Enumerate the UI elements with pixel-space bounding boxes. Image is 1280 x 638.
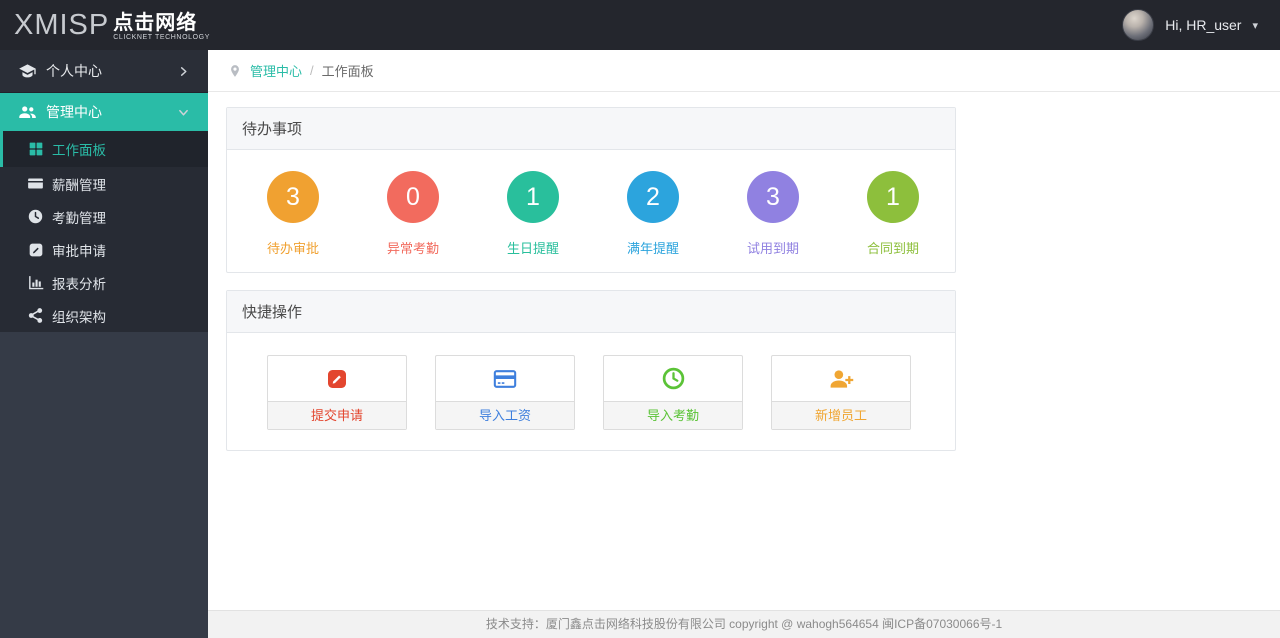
quick-action-label: 提交申请 — [268, 401, 406, 429]
quick-action-import-payroll[interactable]: 导入工资 — [435, 355, 575, 430]
todo-item-pending-approvals[interactable]: 3 待办审批 — [233, 171, 353, 257]
logo-text-cn: 点击网络 — [113, 11, 198, 34]
panel-title: 快捷操作 — [227, 291, 955, 333]
sidebar-item-label: 报表分析 — [52, 276, 106, 292]
todo-item-attendance-anomaly[interactable]: 0 异常考勤 — [353, 171, 473, 257]
chevron-right-icon — [178, 65, 190, 77]
clock-icon — [604, 356, 742, 401]
panel-title: 待办事项 — [227, 108, 955, 150]
sidebar: 个人中心 管理中心 工作面板 薪酬管理 考勤管理 审批申请 报表分析 组织架构 — [0, 50, 208, 638]
todo-panel: 待办事项 3 待办审批 0 异常考勤 1 生日提醒 2 满年提醒 3 试用到期 … — [226, 107, 956, 273]
todo-item-label: 异常考勤 — [386, 241, 439, 256]
todo-item-label: 满年提醒 — [626, 241, 679, 256]
quick-action-label: 导入工资 — [436, 401, 574, 429]
logo-subtitle: CLICKNET TECHNOLOGY — [113, 33, 210, 41]
bar-chart-icon — [27, 274, 44, 291]
todo-item-label: 试用到期 — [746, 241, 799, 256]
credit-card-icon — [436, 356, 574, 401]
sidebar-item-approvals[interactable]: 审批申请 — [0, 233, 208, 266]
breadcrumb-current: 工作面板 — [321, 64, 374, 79]
breadcrumb: 管理中心 / 工作面板 — [208, 50, 1280, 92]
user-plus-icon — [772, 356, 910, 401]
count-badge: 1 — [867, 171, 919, 223]
todo-item-birthday-reminder[interactable]: 1 生日提醒 — [473, 171, 593, 257]
todo-item-label: 待办审批 — [266, 241, 319, 256]
sidebar-item-personal-center[interactable]: 个人中心 — [0, 50, 208, 93]
credit-card-icon — [27, 175, 44, 192]
sidebar-item-label: 审批申请 — [52, 243, 106, 259]
quick-action-label: 导入考勤 — [604, 401, 742, 429]
grid-icon — [27, 141, 44, 158]
sidebar-item-label: 薪酬管理 — [52, 177, 106, 193]
count-badge: 1 — [507, 171, 559, 223]
user-menu[interactable]: Hi, HR_user ▾ — [1122, 9, 1258, 41]
count-badge: 3 — [267, 171, 319, 223]
chevron-down-icon — [178, 106, 190, 118]
users-icon — [18, 103, 37, 122]
logo: XMISP 点击网络 CLICKNET TECHNOLOGY — [14, 9, 210, 42]
footer: 技术支持：厦门鑫点击网络科技股份有限公司 copyright @ wahogh5… — [208, 610, 1280, 638]
logo-text-en: XMISP — [14, 8, 110, 41]
content-area: 待办事项 3 待办审批 0 异常考勤 1 生日提醒 2 满年提醒 3 试用到期 … — [208, 92, 1280, 610]
top-header: XMISP 点击网络 CLICKNET TECHNOLOGY Hi, HR_us… — [0, 0, 1280, 50]
pencil-square-icon — [268, 356, 406, 401]
sidebar-item-payroll[interactable]: 薪酬管理 — [0, 167, 208, 200]
breadcrumb-parent-link[interactable]: 管理中心 — [250, 61, 302, 80]
todo-item-label: 合同到期 — [866, 241, 919, 256]
count-badge: 0 — [387, 171, 439, 223]
todo-item-anniversary-reminder[interactable]: 2 满年提醒 — [593, 171, 713, 257]
count-badge: 2 — [627, 171, 679, 223]
sidebar-item-label: 个人中心 — [46, 63, 102, 79]
quick-action-add-employee[interactable]: 新增员工 — [771, 355, 911, 430]
chevron-down-icon: ▾ — [1252, 19, 1258, 32]
quick-action-submit-request[interactable]: 提交申请 — [267, 355, 407, 430]
count-badge: 3 — [747, 171, 799, 223]
footer-text: 技术支持：厦门鑫点击网络科技股份有限公司 copyright @ wahogh5… — [485, 617, 1003, 631]
avatar — [1122, 9, 1155, 41]
sidebar-submenu: 工作面板 薪酬管理 考勤管理 审批申请 报表分析 组织架构 — [0, 131, 208, 332]
clock-icon — [27, 208, 44, 225]
pencil-square-icon — [27, 241, 44, 258]
quick-actions-list: 提交申请 导入工资 导入考勤 新增员工 — [227, 333, 955, 450]
quick-actions-panel: 快捷操作 提交申请 导入工资 导入考勤 新增员工 — [226, 290, 956, 451]
sidebar-item-attendance[interactable]: 考勤管理 — [0, 200, 208, 233]
todo-list: 3 待办审批 0 异常考勤 1 生日提醒 2 满年提醒 3 试用到期 1 合同到… — [227, 150, 955, 272]
app-window: XMISP 点击网络 CLICKNET TECHNOLOGY Hi, HR_us… — [0, 0, 1280, 638]
quick-action-label: 新增员工 — [772, 401, 910, 429]
sidebar-item-label: 考勤管理 — [52, 210, 106, 226]
todo-item-probation-expiry[interactable]: 3 试用到期 — [713, 171, 833, 257]
todo-item-contract-expiry[interactable]: 1 合同到期 — [833, 171, 953, 257]
location-pin-icon — [228, 64, 242, 78]
sidebar-item-label: 管理中心 — [46, 104, 102, 120]
quick-action-import-attendance[interactable]: 导入考勤 — [603, 355, 743, 430]
graduation-cap-icon — [18, 62, 37, 81]
sidebar-item-dashboard[interactable]: 工作面板 — [0, 131, 208, 167]
sidebar-item-label: 工作面板 — [52, 143, 106, 158]
user-greeting: Hi, HR_user — [1165, 17, 1242, 33]
main-area: 管理中心 / 工作面板 待办事项 3 待办审批 0 异常考勤 1 生日提醒 2 … — [208, 50, 1280, 638]
todo-item-label: 生日提醒 — [506, 241, 559, 256]
sidebar-item-reports[interactable]: 报表分析 — [0, 266, 208, 299]
sidebar-item-admin-center[interactable]: 管理中心 — [0, 93, 208, 131]
breadcrumb-separator: / — [310, 63, 314, 78]
sidebar-item-label: 组织架构 — [52, 309, 106, 325]
org-nodes-icon — [27, 307, 44, 324]
sidebar-item-organization[interactable]: 组织架构 — [0, 299, 208, 332]
